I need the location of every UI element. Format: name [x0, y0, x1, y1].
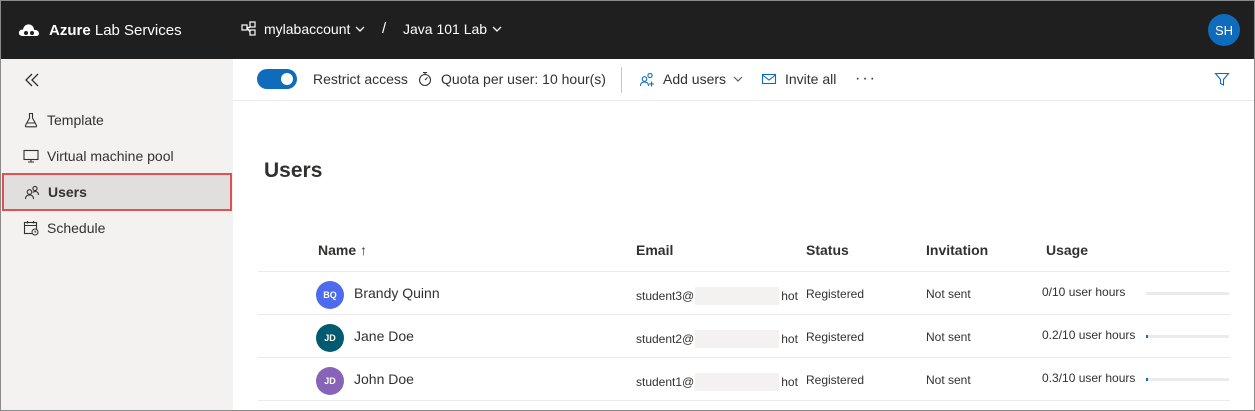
user-status: Registered — [806, 287, 865, 301]
column-header-status[interactable]: Status — [806, 242, 849, 258]
add-users-icon — [639, 72, 654, 87]
user-invitation: Not sent — [926, 330, 971, 344]
lab-services-logo-icon — [18, 24, 39, 36]
monitor-icon — [23, 149, 39, 163]
flask-icon — [24, 112, 38, 128]
email-redaction — [695, 373, 780, 391]
sidebar: Template Virtual machine pool Users Sche… — [1, 59, 233, 410]
user-usage: 0/10 user hours — [1042, 285, 1126, 299]
user-email: student1@ hot — [636, 373, 798, 391]
user-invitation: Not sent — [926, 373, 971, 387]
user-usage: 0.2/10 user hours — [1042, 328, 1136, 342]
sidebar-item-label: Template — [47, 112, 104, 128]
restrict-access-toggle[interactable] — [257, 69, 297, 89]
chevron-down-icon — [355, 26, 365, 32]
column-header-usage[interactable]: Usage — [1046, 242, 1088, 258]
toggle-knob — [281, 73, 293, 85]
email-redaction — [695, 287, 780, 305]
toolbar-divider — [621, 67, 622, 93]
sidebar-item-label: Schedule — [47, 220, 106, 236]
email-redaction — [695, 330, 780, 348]
restrict-access-label: Restrict access — [313, 71, 408, 87]
table-header: Name ↑ Email Status Invitation Usage — [258, 229, 1230, 272]
brand[interactable]: Azure Lab Services — [17, 19, 182, 41]
app-window: Azure Lab Services mylabaccount / Java 1… — [0, 0, 1255, 411]
usage-bar — [1146, 378, 1229, 381]
chevron-down-icon — [492, 26, 502, 32]
user-name: Brandy Quinn — [354, 285, 440, 301]
user-usage: 0.3/10 user hours — [1042, 371, 1136, 385]
mail-icon — [761, 73, 777, 85]
quota-label: Quota per user: 10 hour(s) — [441, 71, 606, 87]
account-selector[interactable]: mylabaccount — [241, 21, 366, 37]
user-status: Registered — [806, 373, 865, 387]
sidebar-item-users[interactable]: Users — [2, 173, 232, 211]
lab-selector[interactable]: Java 101 Lab — [403, 21, 503, 37]
column-header-invitation[interactable]: Invitation — [926, 242, 988, 258]
table-row[interactable]: JD Jane Doe student2@ hot Registered Not … — [258, 315, 1230, 358]
sidebar-item-template[interactable]: Template — [1, 102, 233, 138]
email-suffix: hot — [781, 375, 798, 389]
usage-bar — [1146, 292, 1229, 295]
user-email: student2@ hot — [636, 330, 798, 348]
table-row[interactable]: JD John Doe student1@ hot Registered Not … — [258, 358, 1230, 401]
email-suffix: hot — [781, 289, 798, 303]
column-header-email[interactable]: Email — [636, 242, 673, 258]
chevron-down-icon — [733, 76, 743, 82]
top-bar: Azure Lab Services mylabaccount / Java 1… — [1, 1, 1254, 59]
user-name: John Doe — [354, 371, 414, 387]
table-row[interactable]: BQ Brandy Quinn student3@ hot Registered … — [258, 272, 1230, 315]
add-users-label: Add users — [663, 71, 727, 87]
more-options-button[interactable]: ··· — [855, 70, 877, 88]
breadcrumb-separator: / — [382, 20, 387, 37]
sidebar-item-vm-pool[interactable]: Virtual machine pool — [1, 138, 233, 174]
filter-icon[interactable] — [1214, 71, 1230, 87]
email-prefix: student2@ — [636, 332, 695, 346]
invite-all-label: Invite all — [785, 71, 837, 87]
user-avatar: JD — [316, 367, 344, 395]
calendar-icon — [23, 221, 39, 236]
usage-bar-fill — [1146, 335, 1148, 338]
user-avatar[interactable]: SH — [1208, 14, 1240, 46]
brand-bold: Azure — [49, 21, 91, 39]
command-bar: Restrict access Quota per user: 10 hour(… — [233, 59, 1254, 101]
collapse-sidebar-icon[interactable] — [23, 71, 41, 89]
add-users-button[interactable]: Add users — [639, 71, 744, 87]
sidebar-item-label: Users — [48, 184, 87, 200]
account-name: mylabaccount — [264, 21, 351, 37]
column-header-name[interactable]: Name ↑ — [318, 242, 367, 258]
quota-button[interactable]: Quota per user: 10 hour(s) — [417, 71, 606, 87]
user-avatar: BQ — [316, 281, 344, 309]
lab-account-icon — [241, 21, 256, 36]
email-suffix: hot — [781, 332, 798, 346]
user-status: Registered — [806, 330, 865, 344]
email-prefix: student3@ — [636, 289, 695, 303]
sidebar-item-label: Virtual machine pool — [47, 148, 174, 164]
user-avatar: JD — [316, 324, 344, 352]
lab-name: Java 101 Lab — [403, 21, 488, 37]
brand-rest: Lab Services — [90, 21, 182, 39]
user-email: student3@ hot — [636, 287, 798, 305]
stopwatch-icon — [418, 71, 432, 87]
usage-bar — [1146, 335, 1229, 338]
user-name: Jane Doe — [354, 328, 414, 344]
user-invitation: Not sent — [926, 287, 971, 301]
email-prefix: student1@ — [636, 375, 695, 389]
page-title: Users — [264, 159, 323, 182]
users-icon — [24, 185, 40, 200]
usage-bar-fill — [1146, 378, 1149, 381]
sidebar-item-schedule[interactable]: Schedule — [1, 210, 233, 246]
invite-all-button[interactable]: Invite all — [761, 71, 836, 87]
